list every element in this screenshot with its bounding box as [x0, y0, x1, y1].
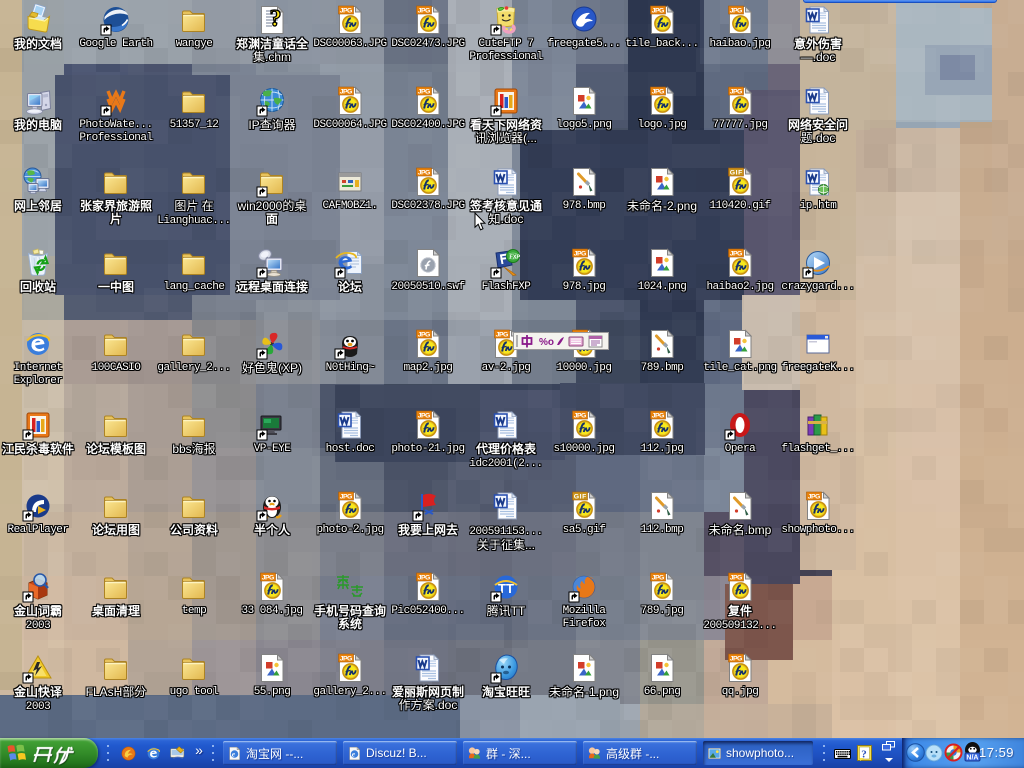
svg-text:JPG: JPG [496, 332, 509, 339]
svg-text:JPG: JPG [574, 413, 587, 420]
svg-text:JPG: JPG [730, 251, 743, 258]
svg-text:%o: %o [539, 337, 554, 348]
svg-text:JPG: JPG [418, 332, 431, 339]
svg-text:JPG: JPG [808, 494, 821, 501]
svg-text:JPG: JPG [418, 413, 431, 420]
svg-text:JPG: JPG [652, 8, 665, 15]
svg-text:FXP: FXP [510, 255, 521, 261]
svg-text:GIF: GIF [730, 170, 743, 177]
svg-text:e: e [232, 750, 235, 758]
svg-text:JPG: JPG [418, 89, 431, 96]
svg-text:JPG: JPG [340, 494, 353, 501]
svg-text:JPG: JPG [652, 413, 665, 420]
svg-text:JPG: JPG [418, 170, 431, 177]
svg-text:JPG: JPG [340, 89, 353, 96]
svg-text:JPG: JPG [418, 8, 431, 15]
svg-text:JPG: JPG [730, 656, 743, 663]
svg-text:JPG: JPG [652, 575, 665, 582]
svg-text:JPG: JPG [262, 575, 275, 582]
svg-text:JPG: JPG [574, 251, 587, 258]
svg-text:JPG: JPG [418, 575, 431, 582]
svg-text:JPG: JPG [730, 575, 743, 582]
svg-text:JPG: JPG [340, 8, 353, 15]
svg-text:e: e [352, 750, 355, 758]
svg-text:JPG: JPG [730, 89, 743, 96]
svg-text:JPG: JPG [652, 89, 665, 96]
svg-text:GIF: GIF [574, 494, 587, 501]
svg-text:JPG: JPG [340, 656, 353, 663]
svg-text:N/A: N/A [966, 755, 978, 762]
svg-text:JPG: JPG [730, 8, 743, 15]
svg-text:?: ? [270, 6, 282, 32]
